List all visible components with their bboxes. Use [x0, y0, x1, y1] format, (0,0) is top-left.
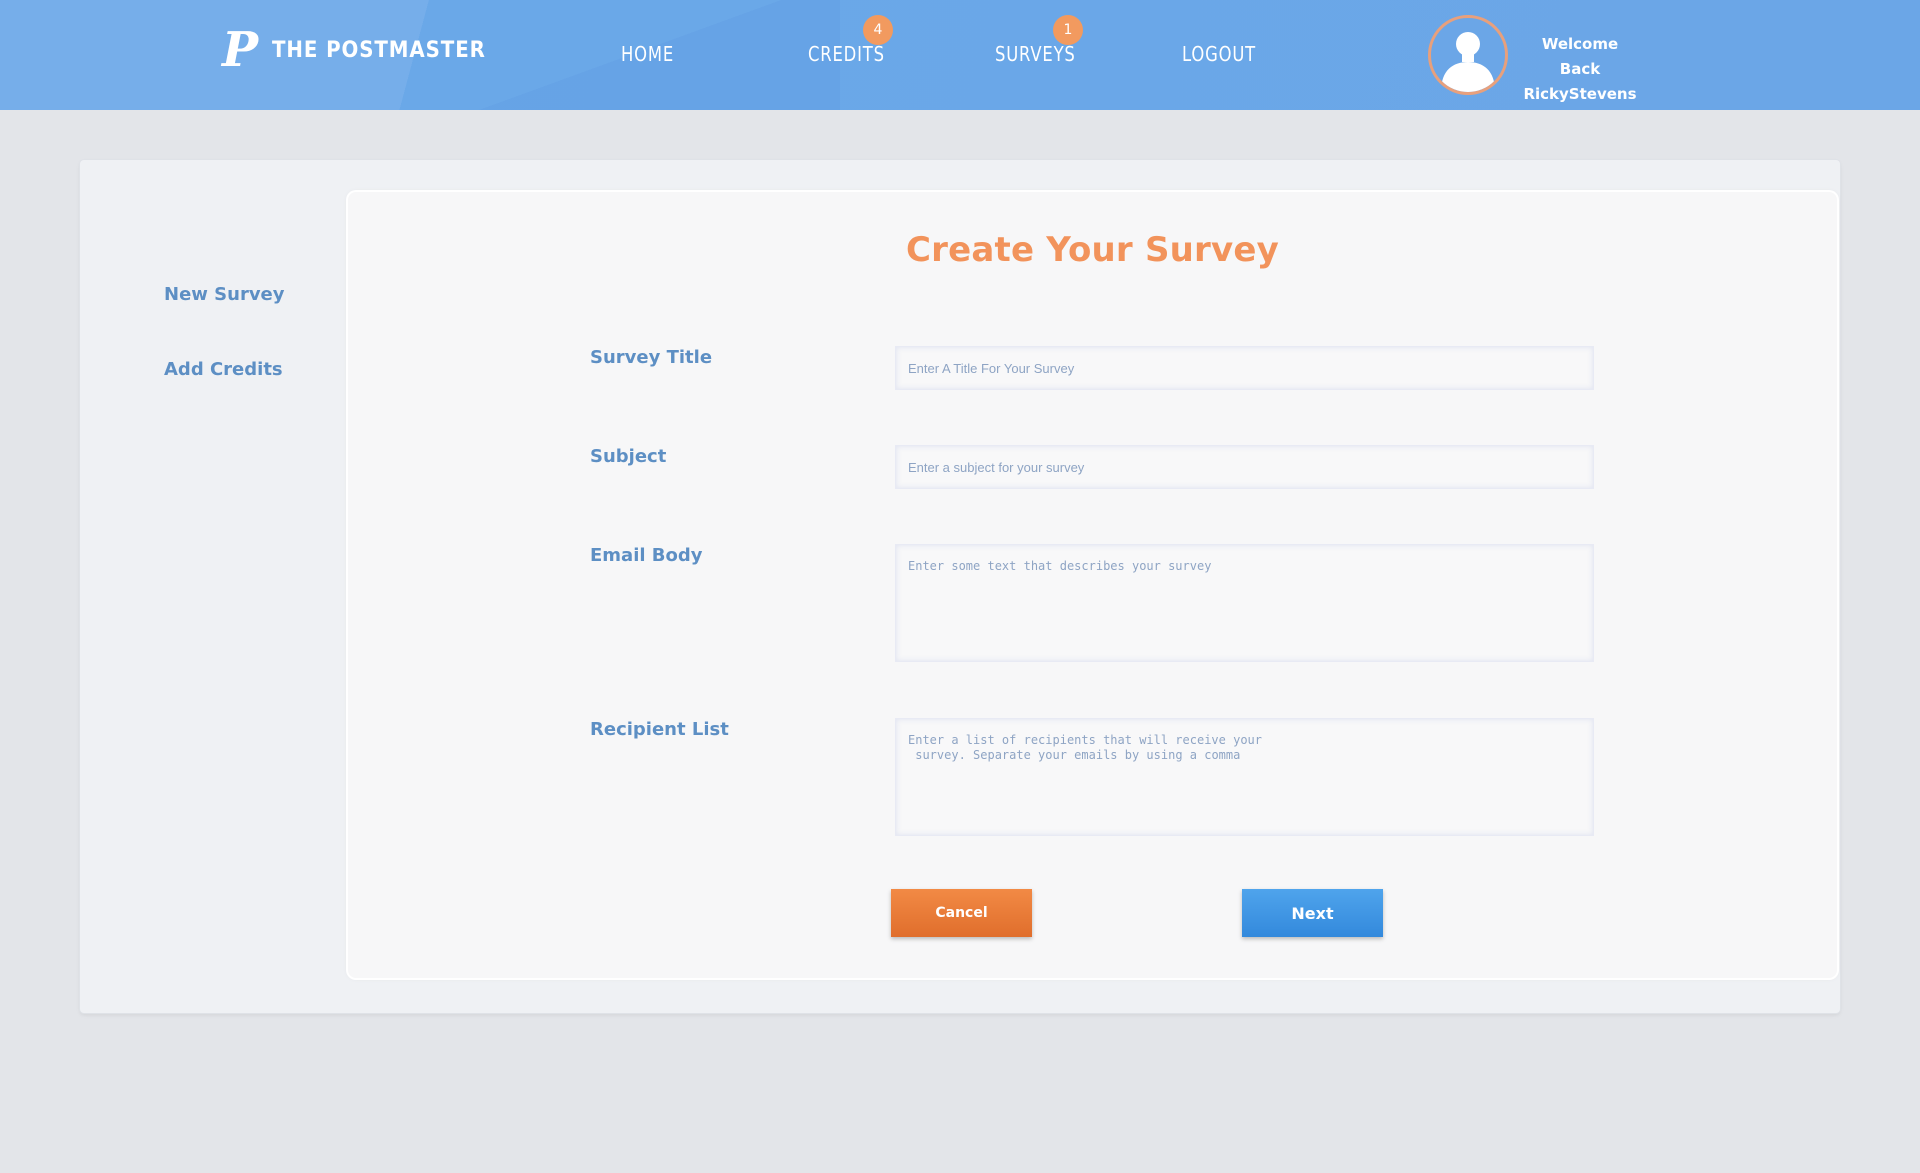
- nav-surveys-label: SURVEYS: [995, 42, 1076, 66]
- avatar[interactable]: [1428, 15, 1508, 95]
- username: RickyStevens: [1523, 85, 1637, 103]
- page-title: Create Your Survey: [906, 230, 1279, 270]
- nav-credits-label: CREDITS: [808, 42, 885, 66]
- nav-credits[interactable]: CREDITS: [808, 42, 885, 66]
- main-card: New Survey Add Credits Create Your Surve…: [80, 160, 1840, 1013]
- subject-input[interactable]: [895, 445, 1594, 489]
- credits-count-badge: 4: [863, 15, 893, 45]
- survey-title-label: Survey Title: [590, 347, 713, 368]
- nav-home[interactable]: HOME: [621, 42, 674, 66]
- email-body-label: Email Body: [590, 545, 703, 566]
- email-body-textarea[interactable]: [895, 544, 1594, 662]
- brand-name: THE POSTMASTER: [272, 37, 486, 63]
- welcome-line: Welcome Back: [1541, 35, 1619, 78]
- cancel-button[interactable]: Cancel: [891, 889, 1032, 937]
- next-button[interactable]: Next: [1242, 889, 1383, 937]
- surveys-count-badge: 1: [1053, 15, 1083, 45]
- brand[interactable]: P THE POSTMASTER: [222, 22, 510, 78]
- welcome-message: Welcome Back RickyStevens: [1520, 32, 1640, 107]
- top-nav-bar: P THE POSTMASTER HOME CREDITS 4 SURVEYS …: [0, 0, 1920, 110]
- postmaster-logo-icon: P: [222, 22, 259, 78]
- survey-form: Create Your Survey Survey Title Subject …: [348, 192, 1837, 978]
- nav-logout[interactable]: LOGOUT: [1182, 42, 1256, 66]
- sidebar-item-add-credits[interactable]: Add Credits: [164, 359, 283, 380]
- subject-label: Subject: [590, 446, 667, 467]
- recipient-list-label: Recipient List: [590, 719, 729, 740]
- recipient-list-textarea[interactable]: [895, 718, 1594, 836]
- nav-surveys[interactable]: SURVEYS: [995, 42, 1076, 66]
- survey-title-input[interactable]: [895, 346, 1594, 390]
- user-silhouette-icon: [1441, 32, 1495, 92]
- sidebar-item-new-survey[interactable]: New Survey: [164, 284, 285, 305]
